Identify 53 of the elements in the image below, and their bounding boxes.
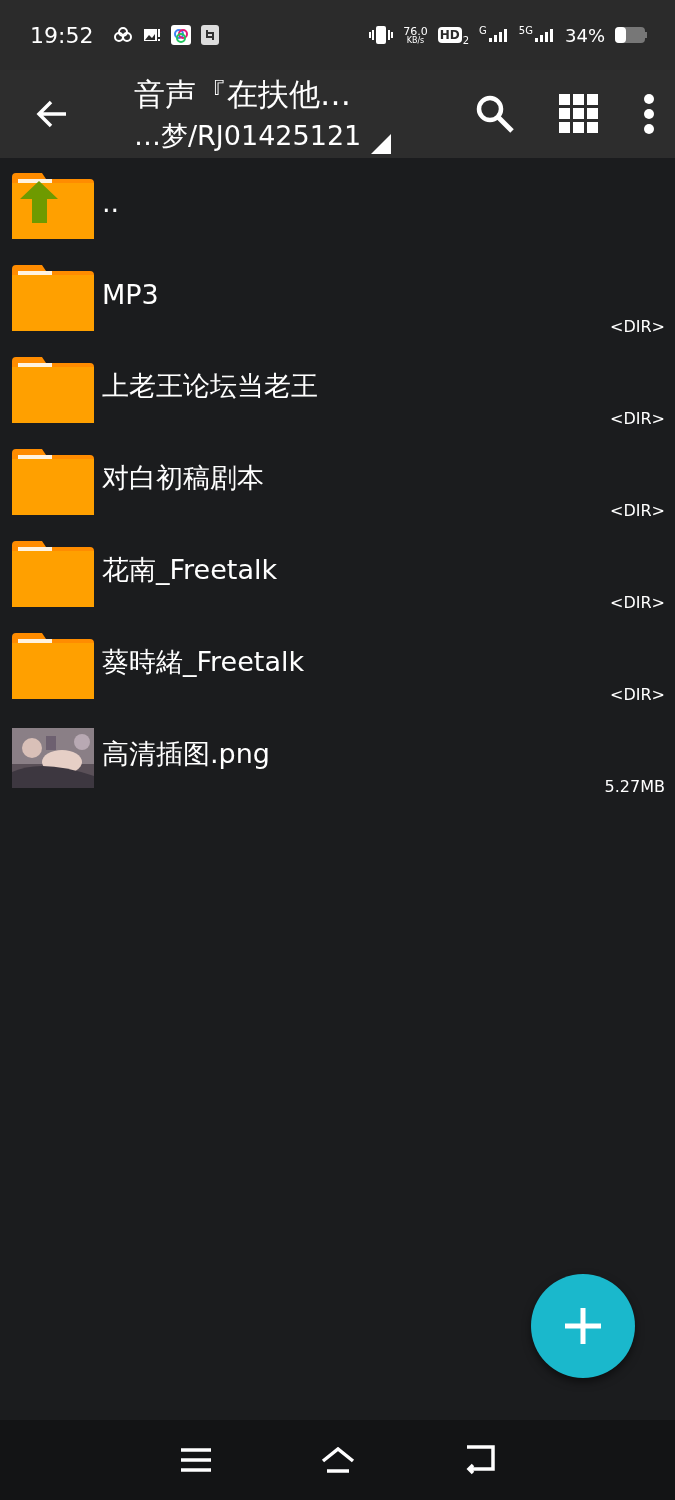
signal-icon	[488, 28, 509, 42]
app-icon	[171, 25, 192, 45]
search-icon	[475, 94, 515, 134]
folder-icon	[12, 449, 94, 515]
grid-view-button[interactable]	[559, 94, 599, 134]
vibrate-icon	[369, 26, 394, 44]
sim-label: 5G	[518, 24, 533, 36]
home-icon	[320, 1447, 355, 1473]
network-speed-unit: KB/s	[406, 36, 425, 45]
folder-icon	[12, 633, 94, 699]
file-size: <DIR>	[610, 501, 665, 520]
folder-icon	[12, 265, 94, 331]
hd-sim-number: 2	[462, 34, 470, 46]
image-icon	[143, 27, 162, 43]
search-button[interactable]	[475, 94, 515, 134]
menu-icon	[180, 1448, 211, 1472]
back-arrow-icon	[36, 100, 68, 128]
battery-icon	[615, 27, 647, 43]
file-size: <DIR>	[610, 685, 665, 704]
folder-icon	[12, 541, 94, 607]
network-speed: 76.0	[403, 25, 428, 37]
file-name[interactable]: 高清插图.png	[102, 736, 270, 772]
folder-path[interactable]: …梦/RJ01425121	[134, 118, 362, 154]
file-name[interactable]: 对白初稿剧本	[102, 460, 264, 496]
back-button[interactable]	[36, 100, 68, 128]
more-button[interactable]	[643, 94, 655, 134]
cloud-icon	[113, 27, 134, 43]
home-button[interactable]	[320, 1447, 355, 1473]
folder-title: 音声『在扶他…	[134, 75, 352, 114]
clock: 19:52	[30, 22, 94, 48]
dropdown-icon[interactable]	[371, 134, 392, 154]
signal-icon	[535, 28, 555, 42]
back-nav-button[interactable]	[464, 1445, 495, 1475]
file-name[interactable]: 上老王论坛当老王	[102, 368, 318, 404]
file-size: <DIR>	[610, 317, 665, 336]
file-name[interactable]: MP3	[102, 278, 159, 310]
menu-button[interactable]	[180, 1448, 211, 1472]
hd-badge: HD	[437, 27, 462, 43]
folder-icon	[12, 357, 94, 423]
app-icon	[201, 25, 220, 45]
back-icon	[464, 1445, 495, 1475]
sim-label: G	[479, 24, 487, 36]
plus-icon	[563, 1306, 603, 1346]
file-name[interactable]: ..	[102, 186, 120, 218]
battery-percent: 34%	[565, 24, 605, 46]
grid-icon	[559, 94, 599, 134]
file-size: 5.27MB	[604, 777, 665, 796]
file-size: <DIR>	[610, 593, 665, 612]
file-name[interactable]: 葵時緒_Freetalk	[102, 644, 305, 680]
file-size: <DIR>	[610, 409, 665, 428]
file-name[interactable]: 花南_Freetalk	[102, 552, 278, 588]
more-icon	[643, 94, 655, 134]
parent-folder-icon	[12, 173, 94, 239]
